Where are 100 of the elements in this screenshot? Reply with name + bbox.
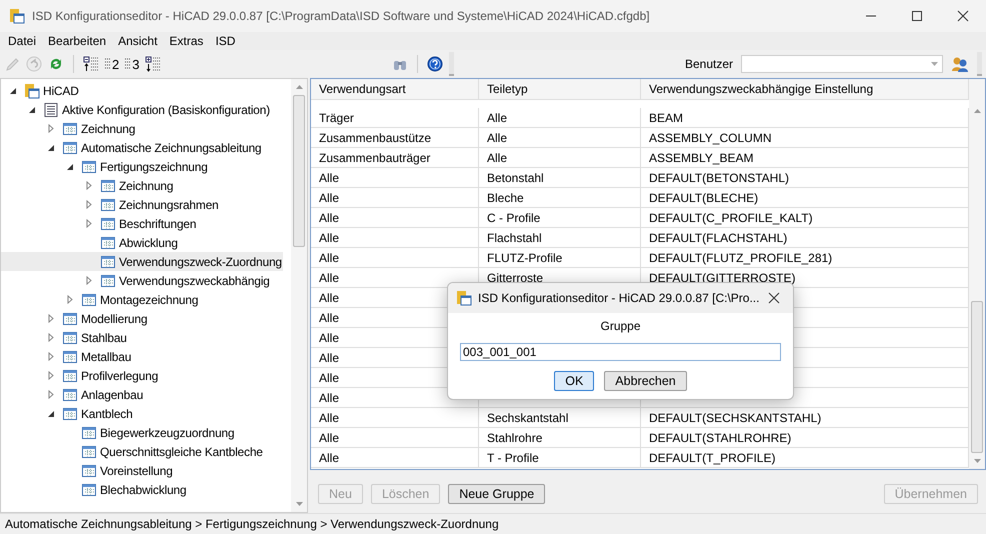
menu-item[interactable]: Ansicht xyxy=(112,34,164,48)
table-cell: Zusammenbaustütze xyxy=(319,131,432,145)
tree-item[interactable]: Verwendungszweck-Zuordnung xyxy=(1,252,283,271)
scroll-thumb[interactable] xyxy=(293,95,305,247)
close-icon[interactable] xyxy=(957,10,969,22)
tree-lines-icon xyxy=(105,57,111,71)
collapse-tree-icon[interactable] xyxy=(83,56,99,72)
maximize-icon[interactable] xyxy=(911,10,923,22)
scroll-up-icon[interactable] xyxy=(974,109,980,113)
tree-item[interactable]: Automatische Zeichnungsableitung xyxy=(1,138,262,157)
column-header[interactable]: Teiletyp xyxy=(479,79,641,99)
refresh-icon[interactable] xyxy=(48,56,64,72)
tree-item[interactable]: Profilverlegung xyxy=(1,366,160,385)
collapsed-arrow-icon[interactable] xyxy=(46,314,55,323)
dialog-button[interactable]: OK xyxy=(554,371,594,391)
table-icon xyxy=(100,272,116,288)
collapsed-arrow-icon[interactable] xyxy=(46,390,55,399)
expanded-arrow-icon[interactable] xyxy=(65,162,74,171)
tree-item[interactable]: Beschriftungen xyxy=(1,214,198,233)
tree-item[interactable]: Montagezeichnung xyxy=(1,290,200,309)
close-icon[interactable] xyxy=(768,292,780,304)
scroll-up-icon[interactable] xyxy=(296,85,302,89)
table-cell: Alle xyxy=(319,251,340,265)
users-icon[interactable] xyxy=(951,56,969,72)
tree-item[interactable]: Modellierung xyxy=(1,309,148,328)
tree-item[interactable]: Zeichnung xyxy=(1,119,136,138)
collapsed-arrow-icon[interactable] xyxy=(84,200,93,209)
table-cell: Betonstahl xyxy=(487,171,544,185)
tree-item[interactable]: Querschnittsgleiche Kantbleche xyxy=(1,442,264,461)
table-cell: Alle xyxy=(319,291,340,305)
tree-item[interactable]: Stahlbau xyxy=(1,328,128,347)
table-cell: Alle xyxy=(319,311,340,325)
table-cell: Zusammenbauträger xyxy=(319,151,430,165)
expand-tree-icon[interactable] xyxy=(145,56,162,72)
collapsed-arrow-icon[interactable] xyxy=(84,181,93,190)
table-cell: Träger xyxy=(319,111,354,125)
tree-item[interactable]: HiCAD xyxy=(1,81,80,100)
menu-item[interactable]: ISD xyxy=(209,34,242,48)
table-icon xyxy=(100,196,116,212)
tree-item[interactable]: Fertigungszeichnung xyxy=(1,157,209,176)
collapsed-arrow-icon[interactable] xyxy=(46,333,55,342)
column-header[interactable]: Verwendungsart xyxy=(311,79,479,99)
toolbar-grip[interactable] xyxy=(449,52,454,76)
expand-level-button[interactable]: 2 xyxy=(105,56,120,72)
table-icon xyxy=(100,216,116,232)
table-icon xyxy=(62,386,78,402)
expand-level-button[interactable]: 3 xyxy=(125,56,140,72)
table-cell: DEFAULT(FLACHSTAHL) xyxy=(649,231,788,245)
scroll-down-icon[interactable] xyxy=(974,459,980,463)
dialog-button[interactable]: Abbrechen xyxy=(604,371,687,391)
action-button[interactable]: Neue Gruppe xyxy=(448,484,546,504)
menu-item[interactable]: Extras xyxy=(163,34,210,48)
collapsed-arrow-icon[interactable] xyxy=(65,295,74,304)
help-icon[interactable] xyxy=(427,56,444,72)
scroll-down-icon[interactable] xyxy=(296,502,302,506)
expanded-arrow-icon[interactable] xyxy=(8,86,17,95)
scroll-thumb[interactable] xyxy=(971,301,983,453)
tree-item[interactable]: Aktive Konfiguration (Basiskonfiguration) xyxy=(1,100,271,119)
table-cell: Alle xyxy=(319,411,340,425)
collapsed-arrow-icon[interactable] xyxy=(84,276,93,285)
table-icon xyxy=(81,424,97,440)
tree-item[interactable]: Zeichnungsrahmen xyxy=(1,195,220,214)
tree-item[interactable]: Voreinstellung xyxy=(1,461,174,480)
expanded-arrow-icon[interactable] xyxy=(46,143,55,152)
input-field[interactable]: 003_001_001 xyxy=(460,343,781,361)
table-icon xyxy=(100,254,116,270)
table-cell: DEFAULT(GITTERROSTE) xyxy=(649,271,796,285)
tree-item[interactable]: Verwendungszweckabhängig xyxy=(1,271,271,290)
tree-item[interactable]: Biegewerkzeugzuordnung xyxy=(1,423,236,442)
expanded-arrow-icon[interactable] xyxy=(46,409,55,418)
table-cell: Bleche xyxy=(487,191,524,205)
table-cell: Alle xyxy=(319,351,340,365)
table-cell: T - Profile xyxy=(487,451,539,465)
table-cell: Alle xyxy=(319,391,340,405)
tree-item[interactable]: Metallbau xyxy=(1,347,132,366)
table-cell: ASSEMBLY_BEAM xyxy=(649,151,754,165)
menu-item[interactable]: Bearbeiten xyxy=(42,34,112,48)
table-icon xyxy=(81,158,97,174)
collapsed-arrow-icon[interactable] xyxy=(46,371,55,380)
collapsed-arrow-icon[interactable] xyxy=(46,124,55,133)
collapsed-arrow-icon[interactable] xyxy=(46,352,55,361)
table-cell: Alle xyxy=(487,131,508,145)
table-cell: DEFAULT(C_PROFILE_KALT) xyxy=(649,211,813,225)
scrollbar[interactable] xyxy=(291,79,307,512)
collapsed-arrow-icon[interactable] xyxy=(84,219,93,228)
tree-item[interactable]: Kantblech xyxy=(1,404,134,423)
scrollbar[interactable] xyxy=(969,79,985,469)
tree-item[interactable]: Abwicklung xyxy=(1,233,179,252)
table-icon xyxy=(62,348,78,364)
table-cell: Alle xyxy=(319,371,340,385)
menu-item[interactable]: Datei xyxy=(2,34,42,48)
dialog-title: ISD Konfigurationseditor - HiCAD 29.0.0.87 [C:\Pro... xyxy=(478,291,760,305)
toolbar-grip[interactable] xyxy=(977,52,982,76)
table-cell: Flachstahl xyxy=(487,231,542,245)
expanded-arrow-icon[interactable] xyxy=(27,105,36,114)
tree-item[interactable]: Anlagenbau xyxy=(1,385,144,404)
table-cell: FLUTZ-Profile xyxy=(487,251,562,265)
table-cell: Alle xyxy=(319,171,340,185)
tree-item[interactable]: Blechabwicklung xyxy=(1,480,188,499)
tree-item[interactable]: Zeichnung xyxy=(1,176,174,195)
